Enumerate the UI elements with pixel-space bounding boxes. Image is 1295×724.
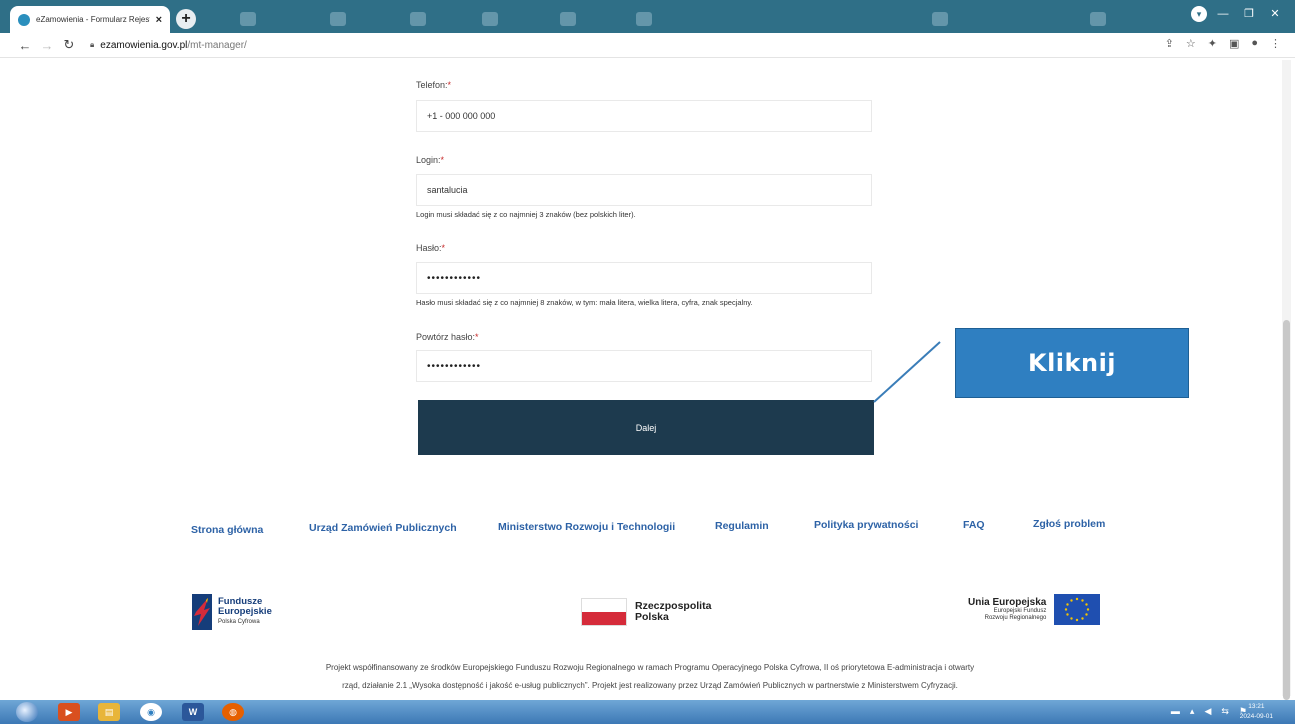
- close-window-icon[interactable]: ✕: [1265, 6, 1285, 22]
- window-controls: ▾ — ❐ ✕: [1191, 6, 1285, 22]
- share-icon[interactable]: ⇪: [1165, 37, 1174, 50]
- phone-label: Telefon:*: [416, 80, 452, 90]
- page-scrollbar[interactable]: [1282, 60, 1291, 700]
- close-tab-icon[interactable]: ×: [156, 14, 162, 26]
- new-tab-button[interactable]: +: [176, 9, 196, 29]
- system-tray: ▬ ▴ ◀ ⇆ ⚑: [1171, 706, 1247, 717]
- login-label: Login:*: [416, 155, 445, 165]
- file-explorer-icon[interactable]: ▤: [98, 703, 120, 721]
- footer-link-ministry[interactable]: Ministerstwo Rozwoju i Technologii: [498, 521, 675, 533]
- tab-title: eZamowienia - Formularz Rejest: [36, 15, 150, 24]
- forward-arrow-icon[interactable]: →: [36, 38, 58, 53]
- background-tab-icon[interactable]: [932, 12, 948, 26]
- password-label: Hasło:*: [416, 243, 446, 253]
- background-tab-icon[interactable]: [410, 12, 426, 26]
- footer-link-uzp[interactable]: Urząd Zamówień Publicznych: [309, 522, 457, 534]
- repeat-password-input[interactable]: ••••••••••••: [416, 350, 872, 382]
- footer-link-terms[interactable]: Regulamin: [715, 520, 769, 532]
- minimize-icon[interactable]: —: [1213, 6, 1233, 22]
- extensions-icon[interactable]: ✦: [1208, 37, 1217, 50]
- word-icon[interactable]: W: [182, 703, 204, 721]
- background-tab-icon[interactable]: [240, 12, 256, 26]
- background-tab-icon[interactable]: [636, 12, 652, 26]
- logo-unia-europejska: Unia Europejska Europejski Fundusz Rozwo…: [968, 594, 1101, 625]
- maximize-icon[interactable]: ❐: [1239, 6, 1259, 22]
- sidepanel-icon[interactable]: ▣: [1229, 37, 1239, 50]
- click-callout: Kliknij: [955, 328, 1189, 398]
- browser-tab[interactable]: eZamowienia - Formularz Rejest ×: [10, 6, 170, 33]
- rp-line2: Polska: [635, 611, 669, 623]
- reload-icon[interactable]: ↻: [58, 37, 80, 53]
- tray-up-icon[interactable]: ▴: [1190, 706, 1195, 717]
- fundusze-star-icon: [192, 594, 212, 630]
- tray-volume-icon[interactable]: ◀: [1204, 706, 1211, 717]
- back-arrow-icon[interactable]: ←: [14, 38, 36, 53]
- browser-toolbar: ⇪ ☆ ✦ ▣ ● ⋮: [1165, 37, 1281, 50]
- logo-fundusze-europejskie: Fundusze Europejskie Polska Cyfrowa: [192, 594, 272, 630]
- profile-icon[interactable]: ●: [1251, 37, 1258, 50]
- callout-pointer-line: [873, 341, 941, 403]
- url-path: /mt-manager/: [187, 39, 247, 51]
- ue-sub1: Europejski Fundusz: [993, 608, 1047, 614]
- clock-time: 13:21: [1248, 703, 1265, 710]
- bookmark-star-icon[interactable]: ☆: [1186, 37, 1196, 50]
- disclaimer-line1: Projekt współfinansowany ze środków Euro…: [325, 663, 975, 672]
- background-tab-icon[interactable]: [560, 12, 576, 26]
- tray-battery-icon[interactable]: ▬: [1171, 706, 1180, 717]
- lock-icon: 🔒︎: [90, 40, 95, 49]
- chrome-icon[interactable]: ◉: [140, 703, 162, 721]
- start-button-icon[interactable]: [16, 702, 38, 722]
- phone-input[interactable]: +1 - 000 000 000: [416, 100, 872, 132]
- menu-kebab-icon[interactable]: ⋮: [1270, 37, 1281, 50]
- os-taskbar: ▶ ▤ ◉ W ◍ ▬ ▴ ◀ ⇆ ⚑ 13:21 2024-09-01: [0, 700, 1295, 724]
- url-host: ezamowienia.gov.pl: [100, 39, 188, 51]
- login-input[interactable]: santalucia: [416, 174, 872, 206]
- polish-flag-icon: [581, 598, 627, 626]
- firefox-icon[interactable]: ◍: [222, 703, 244, 721]
- next-button[interactable]: Dalej: [418, 400, 874, 455]
- password-input[interactable]: ••••••••••••: [416, 262, 872, 294]
- logo-rzeczpospolita: Rzeczpospolita Polska: [581, 598, 711, 626]
- footer-link-faq[interactable]: FAQ: [963, 519, 985, 531]
- disclaimer-line2: rząd, działanie 2.1 „Wysoka dostępność i…: [342, 681, 958, 690]
- password-hint: Hasło musi składać się z co najmniej 8 z…: [416, 298, 753, 307]
- browser-tab-bar: eZamowienia - Formularz Rejest × + ▾ — ❐…: [0, 0, 1295, 33]
- footer-link-report-problem[interactable]: Zgłoś problem: [1033, 518, 1105, 530]
- ue-sub2: Rozwoju Regionalnego: [984, 615, 1047, 621]
- fe-line2: Europejskie: [218, 606, 272, 617]
- footer-link-privacy[interactable]: Polityka prywatności: [814, 519, 918, 531]
- address-bar: ← → ↻ 🔒︎ ezamowienia.gov.pl/mt-manager/ …: [0, 33, 1295, 58]
- url-field[interactable]: 🔒︎ ezamowienia.gov.pl/mt-manager/: [90, 40, 247, 51]
- scrollbar-thumb[interactable]: [1283, 320, 1290, 700]
- background-tab-icon[interactable]: [482, 12, 498, 26]
- project-disclaimer: Projekt współfinansowany ze środków Euro…: [200, 659, 1100, 695]
- taskbar-clock[interactable]: 13:21 2024-09-01: [1240, 702, 1273, 722]
- background-tab-icon[interactable]: [1090, 12, 1106, 26]
- clock-date: 2024-09-01: [1239, 713, 1273, 720]
- ue-title: Unia Europejska: [968, 597, 1047, 608]
- login-hint: Login musi składać się z co najmniej 3 z…: [416, 210, 636, 219]
- background-tab-icon[interactable]: [330, 12, 346, 26]
- eu-flag-icon: [1054, 594, 1101, 625]
- site-favicon-icon: [18, 13, 30, 26]
- tray-network-icon[interactable]: ⇆: [1221, 706, 1229, 717]
- media-player-icon[interactable]: ▶: [58, 703, 80, 721]
- chevron-down-icon[interactable]: ▾: [1191, 6, 1207, 22]
- repeat-password-label: Powtórz hasło:*: [416, 332, 479, 342]
- footer-link-home[interactable]: Strona główna: [191, 524, 263, 536]
- fe-sub: Polska Cyfrowa: [218, 619, 260, 625]
